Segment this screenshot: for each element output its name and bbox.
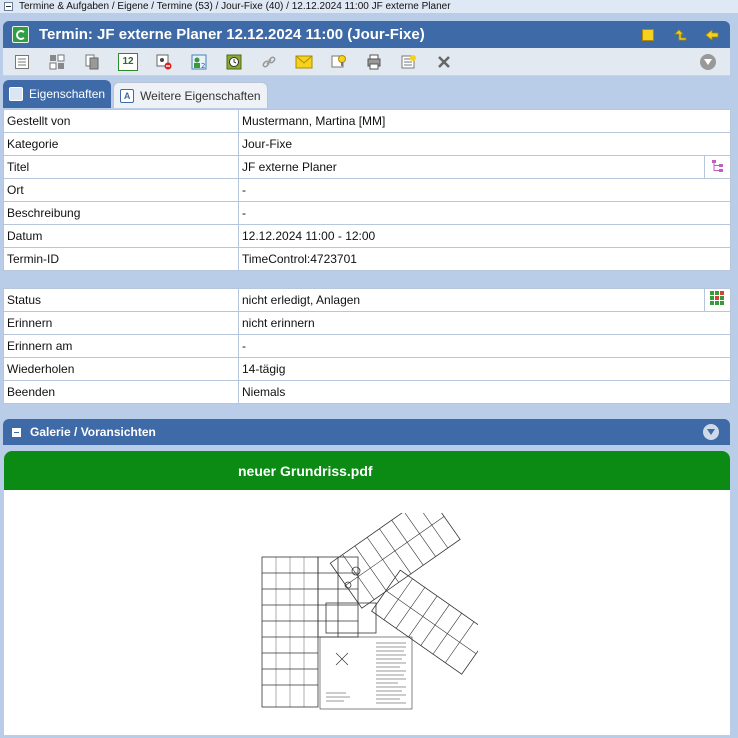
property-key: Wiederholen (3, 357, 239, 381)
file-banner[interactable]: neuer Grundriss.pdf (4, 451, 730, 490)
list-icon[interactable] (640, 27, 656, 43)
delete-appointment-icon[interactable] (155, 53, 173, 71)
property-key: Gestellt von (3, 109, 239, 133)
copy-icon[interactable] (83, 53, 101, 71)
breadcrumb-bar: Termine & Aufgaben / Eigene / Termine (5… (0, 0, 738, 13)
tab-bar: Eigenschaften A Weitere Eigenschaften (3, 80, 270, 108)
dropdown-icon[interactable] (703, 424, 719, 440)
gallery-title: Galerie / Voransichten (30, 425, 156, 439)
window-title: Termin: JF externe Planer 12.12.2024 11:… (39, 26, 425, 43)
file-name[interactable]: neuer Grundriss.pdf (238, 463, 373, 479)
breadcrumb[interactable]: Termine & Aufgaben / Eigene / Termine (5… (19, 0, 451, 13)
property-key: Ort (3, 178, 239, 202)
properties-icon (9, 87, 23, 101)
titlebar-actions (640, 27, 720, 43)
notes-icon[interactable] (400, 53, 418, 71)
property-value: 14-tägig (238, 357, 731, 381)
svg-text:2: 2 (201, 62, 205, 70)
tab-eigenschaften[interactable]: Eigenschaften (3, 80, 112, 108)
preview-card: neuer Grundriss.pdf (4, 451, 730, 735)
window-titlebar: Termin: JF externe Planer 12.12.2024 11:… (3, 21, 730, 48)
participants-icon[interactable]: 2 (190, 53, 208, 71)
text-properties-icon: A (120, 88, 135, 103)
property-value: Niemals (238, 380, 731, 404)
property-key: Termin-ID (3, 247, 239, 271)
table-row: Ort - (3, 178, 731, 202)
table-row: Wiederholen 14-tägig (3, 357, 731, 381)
clock-icon[interactable] (225, 53, 243, 71)
tab-label: Weitere Eigenschaften (140, 88, 261, 103)
table-row: Datum 12.12.2024 11:00 - 12:00 (3, 224, 731, 248)
property-key: Titel (3, 155, 239, 179)
property-key: Datum (3, 224, 239, 248)
table-row: Erinnern nicht erinnern (3, 311, 731, 335)
property-key: Erinnern (3, 311, 239, 335)
folder-up-icon[interactable] (672, 27, 688, 43)
floor-plan-thumbnail[interactable] (256, 513, 478, 713)
table-row: Beschreibung - (3, 201, 731, 225)
property-value: - (238, 201, 731, 225)
arrow-left-icon[interactable] (704, 27, 720, 43)
property-value: Jour-Fixe (238, 132, 731, 156)
print-icon[interactable] (365, 53, 383, 71)
property-value: 12.12.2024 11:00 - 12:00 (238, 224, 731, 248)
table-row: Kategorie Jour-Fixe (3, 132, 731, 156)
dropdown-icon[interactable] (700, 53, 716, 70)
tab-label: Eigenschaften (29, 87, 106, 101)
table-row: Beenden Niemals (3, 380, 731, 404)
properties-table: Gestellt von Mustermann, Martina [MM] Ka… (3, 109, 731, 271)
table-row: Titel JF externe Planer (3, 155, 731, 179)
section-separator (3, 278, 731, 287)
idea-icon[interactable] (330, 53, 348, 71)
property-key: Status (3, 288, 239, 312)
property-value: TimeControl:4723701 (238, 247, 731, 271)
property-key: Kategorie (3, 132, 239, 156)
table-row: Gestellt von Mustermann, Martina [MM] (3, 109, 731, 133)
collapse-icon[interactable] (4, 2, 13, 11)
toolbar: 12 2 (3, 48, 730, 76)
appointment-icon (12, 26, 29, 43)
table-row: Termin-ID TimeControl:4723701 (3, 247, 731, 271)
properties-icon[interactable] (13, 53, 31, 71)
property-value: - (238, 334, 731, 358)
close-icon[interactable] (435, 53, 453, 71)
tab-weitere-eigenschaften[interactable]: A Weitere Eigenschaften (113, 82, 268, 108)
property-value: JF externe Planer (238, 155, 705, 179)
property-key: Beschreibung (3, 201, 239, 225)
tiles-icon[interactable] (48, 53, 66, 71)
table-row: Erinnern am - (3, 334, 731, 358)
property-key: Beenden (3, 380, 239, 404)
property-value: Mustermann, Martina [MM] (238, 109, 731, 133)
hierarchy-icon[interactable] (704, 155, 731, 179)
link-icon[interactable] (260, 53, 278, 71)
collapse-icon[interactable] (12, 427, 21, 437)
property-value: - (238, 178, 731, 202)
property-value: nicht erledigt, Anlagen (238, 288, 705, 312)
table-row: Status nicht erledigt, Anlagen (3, 288, 731, 312)
status-grid-icon[interactable] (704, 288, 731, 312)
property-value: nicht erinnern (238, 311, 731, 335)
status-table: Status nicht erledigt, Anlagen Erinnern … (3, 288, 731, 404)
mail-icon[interactable] (295, 53, 313, 71)
gallery-header[interactable]: Galerie / Voransichten (3, 419, 730, 445)
property-key: Erinnern am (3, 334, 239, 358)
calendar-icon[interactable]: 12 (118, 52, 138, 71)
